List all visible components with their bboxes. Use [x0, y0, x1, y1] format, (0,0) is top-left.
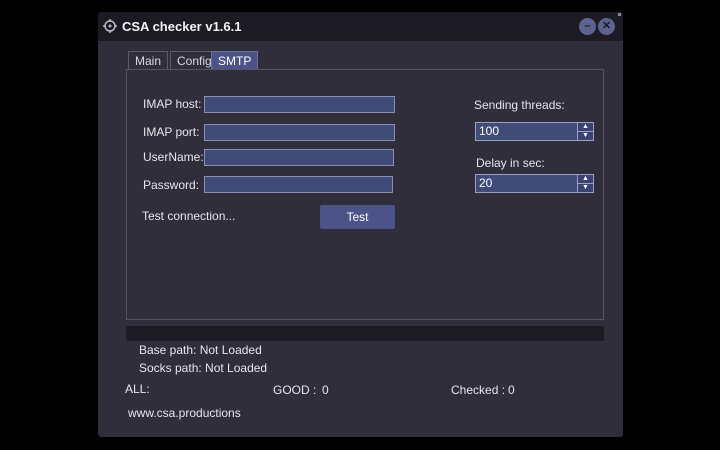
good-count-value: 0	[322, 383, 329, 397]
sending-threads-value: 100	[479, 124, 500, 138]
checked-count-label: Checked :	[451, 383, 506, 397]
minimize-button[interactable]: –	[579, 18, 596, 35]
all-count-label: ALL:	[125, 382, 150, 396]
decrement-icon[interactable]: ▼	[578, 132, 593, 140]
close-button[interactable]: ✕	[598, 18, 615, 35]
test-button[interactable]: Test	[320, 205, 395, 229]
socks-path-status: Socks path: Not Loaded	[139, 361, 268, 375]
imap-port-input[interactable]	[204, 124, 395, 141]
imap-host-input[interactable]	[204, 96, 395, 113]
password-input[interactable]	[204, 176, 393, 193]
decrement-icon[interactable]: ▼	[578, 184, 593, 192]
test-connection-label: Test connection...	[142, 209, 236, 223]
tab-smtp[interactable]: SMTP	[211, 51, 259, 70]
delay-stepper[interactable]: ▲ ▼	[577, 175, 593, 192]
app-window: CSA checker v1.6.1 – ✕ Main Config SMTP …	[98, 12, 623, 437]
sending-threads-label: Sending threads:	[474, 98, 565, 112]
title-bar[interactable]: CSA checker v1.6.1 – ✕	[98, 12, 623, 41]
increment-icon[interactable]: ▲	[578, 175, 593, 184]
password-label: Password:	[143, 178, 200, 192]
sending-threads-stepper[interactable]: ▲ ▼	[577, 123, 593, 140]
imap-port-label: IMAP port:	[143, 125, 200, 139]
username-label: UserName:	[143, 150, 204, 164]
website-link[interactable]: www.csa.productions	[128, 406, 241, 420]
progress-bar	[126, 326, 604, 341]
checked-count-value: 0	[508, 383, 515, 397]
good-count-label: GOOD :	[273, 383, 317, 397]
crosshair-icon	[103, 19, 117, 33]
tab-main[interactable]: Main	[128, 51, 169, 70]
minimize-icon: –	[584, 20, 591, 32]
imap-host-label: IMAP host:	[143, 97, 202, 111]
base-path-status: Base path: Not Loaded	[139, 343, 262, 357]
delay-spinner[interactable]: 20 ▲ ▼	[475, 174, 594, 193]
increment-icon[interactable]: ▲	[578, 123, 593, 132]
close-icon: ✕	[601, 20, 612, 32]
resize-grip[interactable]	[618, 13, 621, 16]
smtp-panel: IMAP host: IMAP port: UserName: Password…	[126, 69, 604, 320]
delay-label: Delay in sec:	[476, 156, 545, 170]
username-input[interactable]	[204, 149, 394, 166]
delay-value: 20	[479, 176, 493, 190]
window-title: CSA checker v1.6.1	[122, 19, 242, 34]
sending-threads-spinner[interactable]: 100 ▲ ▼	[475, 122, 594, 141]
